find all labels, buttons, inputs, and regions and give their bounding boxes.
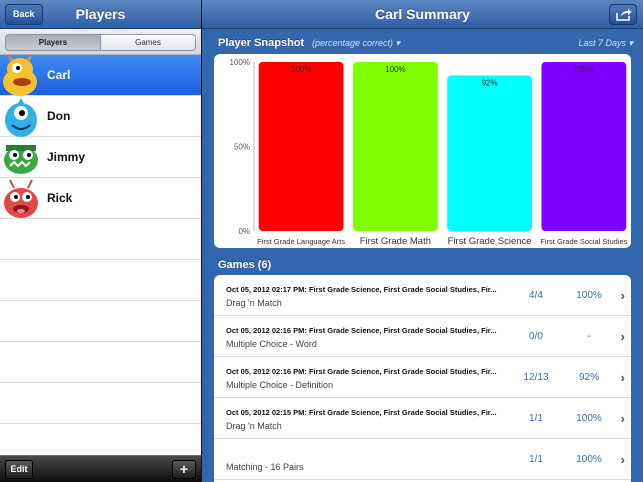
- summary-title: Carl Summary: [375, 6, 470, 22]
- game-percent: 100%: [576, 413, 602, 424]
- game-row[interactable]: Oct 05, 2012 02:16 PM: First Grade Scien…: [214, 357, 631, 398]
- game-date-subjects: Oct 05, 2012 02:16 PM: First Grade Scien…: [226, 326, 497, 335]
- edit-button[interactable]: Edit: [5, 460, 33, 479]
- game-score: 12/13: [523, 372, 549, 383]
- y-tick-label: 0%: [238, 227, 250, 236]
- chevron-right-icon: ›: [620, 288, 625, 303]
- player-snapshot-heading: Player Snapshot: [218, 37, 305, 49]
- game-date-subjects: Oct 05, 2012 02:15 PM: First Grade Scien…: [226, 408, 497, 417]
- players-navbar: Back Players: [0, 0, 201, 29]
- player-list: Carl Don Jimmy Rick: [0, 55, 201, 465]
- game-type: Matching - 16 Pairs: [226, 462, 304, 472]
- bar: [352, 62, 438, 231]
- game-row[interactable]: Oct 05, 2012 02:17 PM: First Grade Scien…: [214, 275, 631, 316]
- game-score: 1/1: [529, 454, 543, 465]
- bar-value-label: 100%: [574, 65, 594, 74]
- empty-row: [0, 383, 201, 424]
- empty-row: [0, 301, 201, 342]
- player-row-rick[interactable]: Rick: [0, 178, 201, 219]
- game-date-subjects: Oct 05, 2012 02:17 PM: First Grade Scien…: [226, 285, 497, 294]
- share-icon: [616, 8, 632, 21]
- game-row[interactable]: Oct 05, 2012 02:16 PM: First Grade Scien…: [214, 316, 631, 357]
- x-category-label: First Grade Science: [448, 236, 532, 247]
- bar: [447, 75, 533, 231]
- chevron-right-icon: ›: [620, 370, 625, 385]
- player-name: Carl: [47, 68, 71, 82]
- y-tick-label: 50%: [234, 143, 250, 152]
- date-range-dropdown[interactable]: Last 7 Days ▾: [578, 38, 633, 49]
- games-heading: Games (6): [218, 259, 272, 271]
- empty-row: [0, 219, 201, 260]
- x-category-label: First Grade Math: [360, 236, 431, 247]
- x-category-label: First Grade Language Arts: [257, 237, 345, 246]
- game-row[interactable]: Oct 05, 2012 02:15 PM: First Grade Scien…: [214, 398, 631, 439]
- yellow-monster-avatar: [3, 55, 37, 96]
- snapshot-metric-dropdown[interactable]: (percentage correct) ▾: [312, 38, 400, 49]
- bar-value-label: 100%: [385, 65, 405, 74]
- game-score: 4/4: [529, 290, 543, 301]
- summary-navbar: Carl Summary: [202, 0, 643, 29]
- chevron-right-icon: ›: [620, 411, 625, 426]
- green-monster-avatar: [4, 145, 38, 174]
- bar-value-label: 92%: [482, 79, 498, 88]
- players-toolbar: Edit +: [0, 455, 201, 482]
- x-category-label: First Grade Social Studies: [540, 237, 627, 246]
- game-type: Multiple Choice - Word: [226, 339, 317, 349]
- bar: [541, 62, 627, 231]
- player-row-carl[interactable]: Carl: [0, 55, 201, 96]
- players-games-segmented-control: Players Games: [0, 29, 201, 55]
- player-name: Rick: [47, 191, 73, 205]
- game-date-subjects: Oct 05, 2012 02:16 PM: First Grade Scien…: [226, 367, 497, 376]
- player-name: Jimmy: [47, 150, 86, 164]
- players-pane: Back Players Players Games Carl Don Jimm…: [0, 0, 201, 482]
- add-player-button[interactable]: +: [172, 460, 196, 479]
- game-row[interactable]: Matching - 16 Pairs 1/1 100% ›: [214, 439, 631, 480]
- game-percent: 100%: [576, 290, 602, 301]
- game-percent: 92%: [578, 372, 599, 383]
- player-row-jimmy[interactable]: Jimmy: [0, 137, 201, 178]
- tab-players[interactable]: Players: [5, 34, 101, 51]
- blue-monster-avatar: [5, 98, 37, 137]
- player-name: Don: [47, 109, 71, 123]
- bar-value-label: 100%: [291, 65, 311, 74]
- game-score: 1/1: [529, 413, 543, 424]
- game-percent: 100%: [576, 454, 602, 465]
- share-button[interactable]: [609, 4, 637, 25]
- snapshot-bar-chart: 100% 50% 0% 100% First Grade Language Arts 10…: [230, 58, 628, 247]
- tab-games[interactable]: Games: [100, 34, 196, 51]
- y-tick-label: 100%: [230, 58, 250, 67]
- bar: [258, 62, 344, 231]
- game-type: Drag 'n Match: [226, 298, 282, 308]
- game-percent: -: [587, 331, 591, 342]
- game-type: Drag 'n Match: [226, 421, 282, 431]
- players-title: Players: [75, 6, 126, 22]
- chevron-right-icon: ›: [620, 329, 625, 344]
- game-type: Multiple Choice - Definition: [226, 380, 334, 390]
- empty-row: [0, 342, 201, 383]
- red-monster-avatar: [4, 179, 38, 218]
- empty-row: [0, 260, 201, 301]
- summary-pane: Carl Summary Player Snapshot (percentage…: [202, 0, 643, 482]
- game-score: 0/0: [529, 331, 543, 342]
- player-row-don[interactable]: Don: [0, 96, 201, 137]
- snapshot-chart-card: 100% 50% 0% 100% First Grade Language Arts 10…: [214, 54, 631, 248]
- chevron-right-icon: ›: [620, 452, 625, 467]
- games-list: Oct 05, 2012 02:17 PM: First Grade Scien…: [214, 275, 631, 482]
